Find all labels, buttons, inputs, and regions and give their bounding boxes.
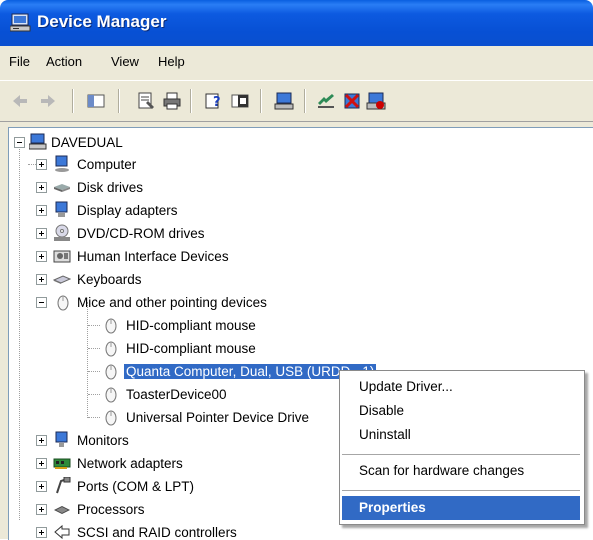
- menu-separator: [342, 454, 580, 455]
- expand-toggle[interactable]: [36, 504, 47, 515]
- show-hide-tree-icon[interactable]: [86, 91, 106, 111]
- tree-item-label: Display adapters: [77, 203, 178, 218]
- toolbar-separator: [118, 89, 120, 113]
- tree-root-label: DAVEDUAL: [51, 135, 123, 150]
- tree-item-label: Monitors: [77, 433, 129, 448]
- toolbar: ?: [0, 81, 593, 122]
- disk-drive-icon: [53, 178, 71, 196]
- collapse-toggle[interactable]: [36, 297, 47, 308]
- expand-toggle[interactable]: [36, 159, 47, 170]
- tree-item-hid-mouse-1[interactable]: HID-compliant mouse: [9, 315, 409, 337]
- expand-toggle[interactable]: [36, 205, 47, 216]
- tree-item-label: ToasterDevice00: [126, 387, 227, 402]
- expand-toggle[interactable]: [36, 228, 47, 239]
- mouse-icon: [101, 362, 119, 380]
- computer-icon: [28, 133, 47, 151]
- toolbar-separator: [304, 89, 306, 113]
- menu-uninstall[interactable]: Uninstall: [342, 423, 580, 447]
- hid-icon: [53, 247, 71, 265]
- expand-toggle[interactable]: [36, 458, 47, 469]
- tree-item-dvd-cdrom-drives[interactable]: DVD/CD-ROM drives: [9, 223, 409, 245]
- expand-toggle[interactable]: [36, 435, 47, 446]
- properties-icon[interactable]: [136, 91, 156, 111]
- title-bar: Device Manager: [0, 0, 593, 46]
- monitor-icon: [53, 431, 71, 449]
- context-menu: Update Driver... Disable Uninstall Scan …: [339, 370, 585, 525]
- tree-item-computer[interactable]: Computer: [9, 154, 409, 176]
- toolbar-separator: [190, 89, 192, 113]
- tree-item-keyboards[interactable]: Keyboards: [9, 269, 409, 291]
- keyboard-icon: [52, 270, 72, 288]
- disable-icon[interactable]: [366, 91, 386, 111]
- tree-root-row[interactable]: DAVEDUAL: [9, 132, 309, 154]
- menu-file[interactable]: File: [9, 54, 30, 69]
- menu-disable[interactable]: Disable: [342, 399, 580, 423]
- mouse-icon: [53, 293, 71, 311]
- toolbar-separator: [72, 89, 74, 113]
- mouse-icon: [101, 408, 119, 426]
- menu-bar: File Action View Help: [0, 46, 593, 81]
- scsi-controller-icon: [53, 523, 71, 540]
- device-manager-icon: [9, 13, 32, 36]
- display-adapter-icon: [53, 201, 71, 219]
- tree-item-label: Mice and other pointing devices: [77, 295, 267, 310]
- tree-item-label: Keyboards: [77, 272, 142, 287]
- expand-toggle[interactable]: [36, 182, 47, 193]
- console-tree-icon[interactable]: [230, 91, 250, 111]
- computer-icon[interactable]: [274, 91, 294, 111]
- tree-item-label: Computer: [77, 157, 137, 172]
- tree-item-display-adapters[interactable]: Display adapters: [9, 200, 409, 222]
- menu-scan-hardware[interactable]: Scan for hardware changes: [342, 459, 580, 483]
- tree-item-label: DVD/CD-ROM drives: [77, 226, 205, 241]
- tree-item-label: SCSI and RAID controllers: [77, 525, 237, 540]
- processor-icon: [53, 500, 71, 518]
- menu-separator: [342, 490, 580, 491]
- tree-item-label: HID-compliant mouse: [126, 341, 256, 356]
- tree-item-label: HID-compliant mouse: [126, 318, 256, 333]
- mouse-icon: [101, 385, 119, 403]
- back-icon[interactable]: [10, 91, 30, 111]
- dvd-drive-icon: [53, 224, 71, 242]
- menu-help[interactable]: Help: [158, 54, 185, 69]
- network-adapter-icon: [53, 454, 71, 472]
- tree-item-label: Processors: [77, 502, 145, 517]
- computer-icon: [53, 155, 71, 173]
- scan-hardware-icon[interactable]: [316, 91, 336, 111]
- expand-toggle[interactable]: [36, 527, 47, 538]
- menu-properties[interactable]: Properties: [342, 496, 580, 520]
- tree-item-label: Universal Pointer Device Drive: [126, 410, 310, 425]
- forward-icon[interactable]: [38, 91, 58, 111]
- toolbar-separator: [260, 89, 262, 113]
- tree-item-disk-drives[interactable]: Disk drives: [9, 177, 409, 199]
- uninstall-icon[interactable]: [342, 91, 362, 111]
- menu-view[interactable]: View: [111, 54, 139, 69]
- expand-toggle[interactable]: [36, 481, 47, 492]
- print-icon[interactable]: [162, 91, 182, 111]
- tree-item-label: Disk drives: [77, 180, 144, 195]
- mouse-icon: [101, 339, 119, 357]
- menu-action[interactable]: Action: [46, 54, 82, 69]
- tree-item-label: Network adapters: [77, 456, 183, 471]
- expand-toggle[interactable]: [36, 274, 47, 285]
- tree-item-human-interface-devices[interactable]: Human Interface Devices: [9, 246, 409, 268]
- mouse-icon: [101, 316, 119, 334]
- svg-text:?: ?: [213, 95, 221, 110]
- tree-item-hid-mouse-2[interactable]: HID-compliant mouse: [9, 338, 409, 360]
- expand-toggle[interactable]: [36, 251, 47, 262]
- help-icon[interactable]: ?: [204, 91, 224, 111]
- tree-item-mice[interactable]: Mice and other pointing devices: [9, 292, 409, 314]
- window-title: Device Manager: [37, 12, 167, 31]
- collapse-toggle[interactable]: [14, 137, 25, 148]
- tree-item-label: Ports (COM & LPT): [77, 479, 195, 494]
- menu-update-driver[interactable]: Update Driver...: [342, 375, 580, 399]
- port-icon: [53, 476, 71, 495]
- tree-item-label: Human Interface Devices: [77, 249, 229, 264]
